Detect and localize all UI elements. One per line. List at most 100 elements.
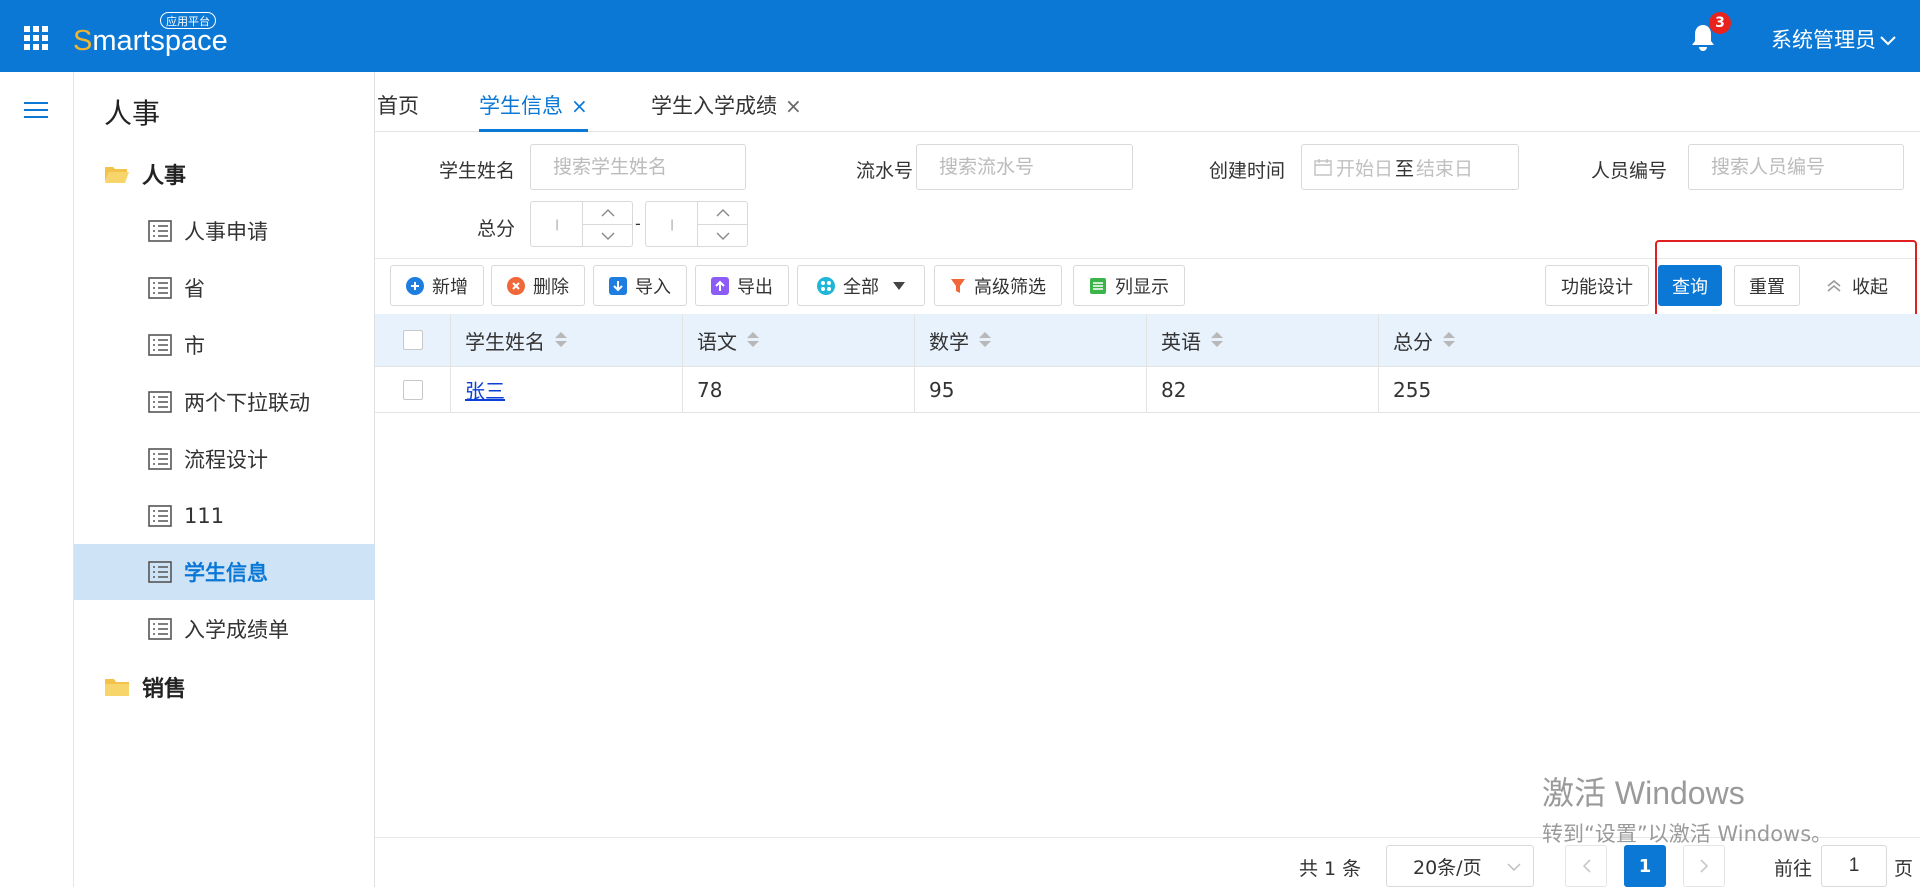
sidebar-item-label: 省 <box>184 277 205 301</box>
function-design-button[interactable]: 功能设计 <box>1545 265 1649 306</box>
plus-circle-icon <box>406 276 424 295</box>
add-button[interactable]: 新增 <box>390 265 484 306</box>
nav-strip <box>0 72 74 887</box>
watermark-title: 激活 Windows <box>1542 775 1745 811</box>
sidebar-item-label: 两个下拉联动 <box>184 391 310 415</box>
chevron-down-icon[interactable] <box>698 224 747 246</box>
user-menu[interactable]: 系统管理员 <box>1771 24 1897 54</box>
logo-badge: 应用平台 <box>160 12 216 29</box>
top-bar: Smartspace 应用平台 3 系统管理员 <box>0 0 1920 72</box>
sort-icon[interactable] <box>747 332 759 348</box>
total-count: 共 1 条 <box>1299 858 1362 880</box>
total-min-input[interactable] <box>531 202 583 246</box>
sidebar-group-hr[interactable]: 人事 <box>104 154 186 194</box>
column-display-button[interactable]: 列显示 <box>1073 265 1185 306</box>
tab-student-info[interactable]: 学生信息 × <box>479 90 588 132</box>
chevron-down-icon <box>1507 863 1521 871</box>
list-icon <box>148 505 172 527</box>
page-size-select[interactable]: 20条/页 <box>1386 845 1534 887</box>
select-all-checkbox[interactable] <box>403 330 423 350</box>
chevron-up-icon[interactable] <box>583 202 632 224</box>
column-header[interactable]: 语文 <box>682 314 914 366</box>
list-icon <box>148 391 172 413</box>
tab-home[interactable]: 首页 <box>377 90 419 132</box>
list-icon <box>148 618 172 640</box>
page-1-button[interactable]: 1 <box>1624 845 1666 887</box>
column-header[interactable]: 数学 <box>914 314 1146 366</box>
next-page-button[interactable] <box>1683 845 1725 887</box>
table-row: 张三 78 95 82 255 <box>375 367 1920 413</box>
sidebar: 人事 人事 人事申请 省 市 两个下拉联动 流程设计 111 学生信息 入学成绩… <box>74 72 375 887</box>
sidebar-item-active[interactable]: 学生信息 <box>74 544 375 600</box>
column-header[interactable]: 英语 <box>1146 314 1378 366</box>
sidebar-item[interactable]: 两个下拉联动 <box>74 374 375 430</box>
cell-chinese: 78 <box>682 367 914 412</box>
close-icon[interactable]: × <box>571 94 588 118</box>
highlight-box <box>1655 240 1917 320</box>
tab-bar: 首页 学生信息 × 学生入学成绩 × <box>375 72 1920 132</box>
page-unit-label: 页 <box>1894 858 1914 880</box>
filter-label-created: 创建时间 <box>1208 160 1285 182</box>
row-checkbox[interactable] <box>403 379 423 400</box>
column-header[interactable]: 学生姓名 <box>450 314 682 366</box>
list-icon <box>148 277 172 299</box>
notification-badge: 3 <box>1709 12 1731 34</box>
total-max-input[interactable] <box>646 202 698 246</box>
chevron-down-icon[interactable] <box>583 224 632 246</box>
sidebar-group-label: 人事 <box>142 164 187 189</box>
sidebar-item[interactable]: 市 <box>74 317 375 373</box>
filter-label-serial: 流水号 <box>855 160 913 182</box>
app-grid-icon[interactable] <box>24 26 48 50</box>
menu-toggle-icon[interactable] <box>24 102 48 120</box>
sort-icon[interactable] <box>555 332 567 348</box>
sidebar-item[interactable]: 111 <box>74 488 375 544</box>
staff-number-input[interactable] <box>1688 144 1904 190</box>
sidebar-item[interactable]: 人事申请 <box>74 203 375 259</box>
sort-icon[interactable] <box>1211 332 1223 348</box>
watermark-subtitle: 转到“设置”以激活 Windows。 <box>1542 822 1833 846</box>
sort-icon[interactable] <box>1443 332 1455 348</box>
scope-select[interactable]: 全部 <box>797 265 925 306</box>
chevron-up-icon[interactable] <box>698 202 747 224</box>
tab-student-scores[interactable]: 学生入学成绩 × <box>651 90 802 132</box>
logo[interactable]: Smartspace <box>73 25 228 58</box>
list-icon <box>148 220 172 242</box>
created-date-range[interactable]: 开始日 至 结束日 <box>1301 144 1519 190</box>
sort-icon[interactable] <box>979 332 991 348</box>
delete-button[interactable]: 删除 <box>491 265 585 306</box>
folder-icon <box>105 679 129 696</box>
cell-name: 张三 <box>450 367 682 412</box>
filter-label-total: 总分 <box>476 218 515 240</box>
goto-page-input[interactable] <box>1821 845 1887 887</box>
sidebar-item[interactable]: 流程设计 <box>74 431 375 487</box>
total-min-stepper[interactable] <box>530 201 633 247</box>
filter-icon <box>951 278 965 293</box>
close-icon[interactable]: × <box>785 94 802 118</box>
date-end: 结束日 <box>1416 157 1474 180</box>
select-all-cell <box>375 314 450 366</box>
export-icon <box>711 276 729 295</box>
total-max-stepper[interactable] <box>645 201 748 247</box>
column-header[interactable]: 总分 <box>1378 314 1920 366</box>
serial-input[interactable] <box>916 144 1133 190</box>
sidebar-item[interactable]: 省 <box>74 260 375 316</box>
sidebar-title: 人事 <box>104 97 161 130</box>
sidebar-group-label: 销售 <box>142 677 187 702</box>
delete-circle-icon <box>507 276 525 295</box>
date-range-separator: 至 <box>1395 157 1415 180</box>
goto-label: 前往 <box>1774 858 1813 880</box>
sidebar-item[interactable]: 入学成绩单 <box>74 601 375 657</box>
table-header: 学生姓名 语文 数学 英语 总分 <box>375 314 1920 367</box>
grid-dots-icon <box>817 276 835 295</box>
import-button[interactable]: 导入 <box>593 265 687 306</box>
student-name-link[interactable]: 张三 <box>465 375 505 404</box>
export-button[interactable]: 导出 <box>695 265 789 306</box>
advanced-filter-button[interactable]: 高级筛选 <box>934 265 1062 306</box>
chevron-right-icon <box>1699 859 1708 873</box>
import-icon <box>609 276 627 295</box>
student-name-input[interactable] <box>530 144 746 190</box>
folder-open-icon <box>105 167 129 183</box>
main-content: 首页 学生信息× 学生入学成绩× 学生姓名 流水号 创建时间 开始日 至 结束日… <box>375 72 1920 887</box>
prev-page-button[interactable] <box>1565 845 1607 887</box>
sidebar-group-sales[interactable]: 销售 <box>104 667 186 707</box>
